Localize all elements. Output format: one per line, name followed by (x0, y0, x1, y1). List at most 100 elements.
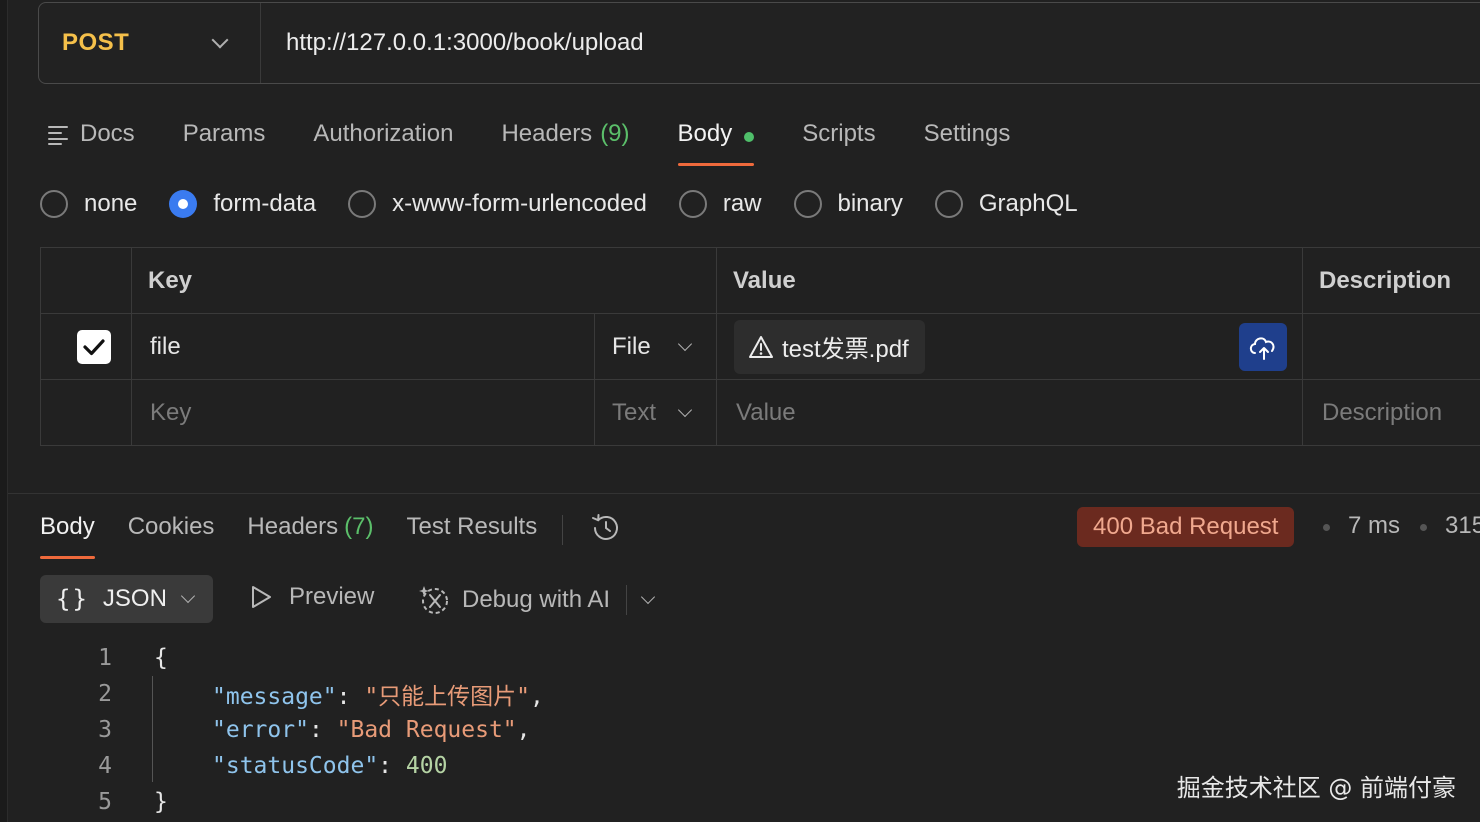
response-tab-cookies-label: Cookies (127, 513, 215, 540)
radio-circle[interactable] (793, 190, 822, 218)
response-tab-headers-label: Headers (247, 513, 339, 540)
row-enabled-checkbox[interactable] (77, 329, 111, 364)
row-description-cell[interactable] (1302, 313, 1480, 380)
chevron-down-icon (180, 588, 195, 604)
response-tab-body-label: Body (40, 513, 95, 540)
format-select[interactable]: {} JSON (40, 575, 213, 623)
radio-none-label: none (84, 190, 138, 217)
tab-settings[interactable]: Settings (924, 112, 1011, 166)
checkmark-icon (83, 338, 105, 355)
response-tab-cookies[interactable]: Cookies (128, 508, 215, 559)
debug-ai-button[interactable]: Debug with AI (418, 583, 656, 617)
line-number: 4 (98, 753, 112, 779)
type-select[interactable]: Text (595, 399, 716, 427)
form-data-table: Key Value Description file File test发票.p… (40, 247, 1480, 446)
json-key-statuscode: "statusCode" (212, 753, 379, 779)
status-badge[interactable]: 400 Bad Request (1077, 507, 1295, 547)
preview-button[interactable]: Preview (249, 583, 374, 611)
radio-graphql[interactable]: GraphQL (934, 190, 1078, 218)
table-row: Key Text Value Description (40, 379, 1480, 446)
chevron-down-icon (211, 31, 229, 49)
code-line: 2 "message": "只能上传图片", (40, 676, 544, 712)
toolbar-separator (626, 585, 628, 615)
radio-circle[interactable] (678, 190, 707, 218)
radio-binary[interactable]: binary (793, 190, 903, 218)
warning-icon (749, 335, 773, 358)
tab-scripts-label: Scripts (802, 120, 876, 147)
file-name: test发票.pdf (782, 336, 909, 363)
chevron-down-icon (677, 336, 693, 351)
response-tab-headers[interactable]: Headers (7) (247, 508, 373, 559)
tab-scripts[interactable]: Scripts (802, 112, 875, 166)
row-key-cell[interactable]: file (131, 313, 595, 380)
status-text: 400 Bad Request (1093, 513, 1279, 540)
new-type-cell[interactable]: Text (594, 379, 717, 446)
tab-docs[interactable]: Docs (48, 112, 135, 166)
json-value-statuscode: 400 (405, 753, 448, 779)
table-row: file File test发票.pdf (40, 313, 1480, 380)
tab-docs-label: Docs (80, 120, 135, 147)
response-tab-test-results[interactable]: Test Results (406, 508, 537, 559)
watermark: 掘金技术社区 @ 前端付豪 (1176, 774, 1456, 802)
header-check-cell (40, 247, 132, 314)
response-headers-count: (7) (344, 513, 374, 540)
code-line: 5} (40, 784, 544, 820)
format-label: JSON (102, 585, 167, 612)
radio-circle-selected[interactable] (169, 190, 198, 218)
json-braces-icon: {} (56, 585, 89, 613)
radio-raw[interactable]: raw (678, 190, 762, 218)
header-key: Key (131, 247, 717, 314)
header-value: Value (716, 247, 1303, 314)
new-key-cell[interactable]: Key (131, 379, 595, 446)
radio-raw-label: raw (722, 190, 762, 217)
response-body-editor[interactable]: 1{ 2 "message": "只能上传图片", 3 "error": "Bad … (40, 640, 544, 820)
response-tab-body[interactable]: Body (40, 508, 95, 559)
tab-headers[interactable]: Headers (9) (501, 112, 629, 166)
radio-circle[interactable] (40, 190, 68, 218)
row-type-cell[interactable]: File (594, 313, 717, 380)
radio-circle[interactable] (348, 190, 377, 218)
new-description-cell[interactable]: Description (1302, 379, 1480, 446)
response-size[interactable]: 315 (1445, 512, 1480, 540)
radio-circle[interactable] (934, 190, 963, 218)
table-header-row: Key Value Description (40, 247, 1480, 314)
line-number: 1 (98, 645, 112, 671)
method-select[interactable]: POST (39, 3, 261, 83)
radio-none[interactable]: none (40, 190, 137, 218)
row-key: file (150, 332, 181, 360)
code-line: 3 "error": "Bad Request", (40, 712, 544, 748)
history-icon[interactable] (589, 511, 623, 545)
url-input[interactable] (286, 29, 1386, 57)
meta-separator (1420, 524, 1427, 531)
row-check-cell (40, 379, 132, 446)
tab-params[interactable]: Params (183, 112, 266, 166)
response-tabs: Body Cookies Headers (7) Test Results (40, 508, 623, 559)
header-description: Description (1302, 247, 1480, 314)
tab-authorization[interactable]: Authorization (313, 112, 453, 166)
request-url-bar: POST (38, 2, 1480, 84)
file-chip[interactable]: test发票.pdf (734, 319, 925, 374)
code-line: 1{ (40, 640, 544, 676)
code-line: 4 "statusCode": 400 (40, 748, 544, 784)
radio-graphql-label: GraphQL (978, 190, 1078, 217)
tab-body-label: Body (677, 120, 733, 147)
row-check-cell (40, 313, 132, 380)
new-value-cell[interactable]: Value (716, 379, 1303, 446)
tab-separator (562, 515, 564, 545)
tab-body[interactable]: Body (677, 112, 755, 166)
pane-divider[interactable] (8, 493, 1480, 494)
chevron-down-icon[interactable] (641, 589, 656, 605)
value-placeholder: Value (736, 398, 796, 426)
description-placeholder: Description (1322, 398, 1443, 426)
json-key-message: "message" (212, 684, 337, 710)
line-number: 3 (98, 717, 112, 743)
radio-form-data[interactable]: form-data (169, 190, 316, 218)
line-number: 5 (98, 789, 112, 815)
cloud-upload-icon (1249, 336, 1275, 360)
radio-urlencoded[interactable]: x-www-form-urlencoded (348, 190, 647, 218)
type-select[interactable]: File (595, 333, 716, 361)
response-time[interactable]: 7 ms (1348, 512, 1400, 540)
upload-cloud-button[interactable] (1239, 322, 1287, 371)
json-value-error: "Bad Request" (336, 717, 517, 743)
left-gutter (0, 0, 8, 822)
